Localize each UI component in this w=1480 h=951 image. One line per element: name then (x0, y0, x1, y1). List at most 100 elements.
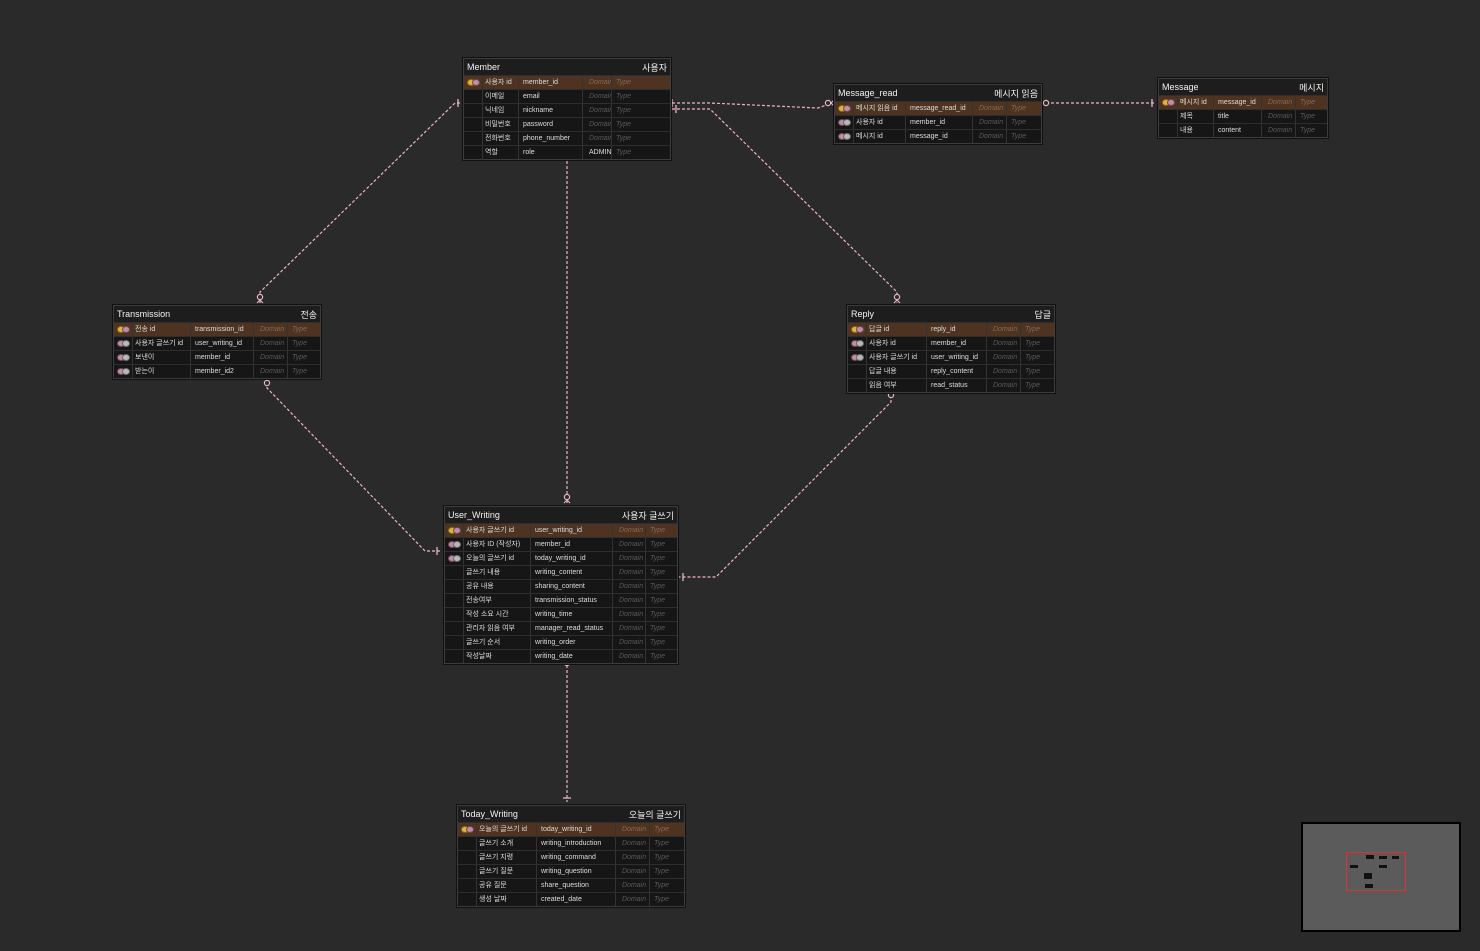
entity-message[interactable]: Message 메시지 메시지 id message_id Domain Type 제목 ti… (1158, 78, 1328, 138)
attribute-row[interactable]: 공유 질문 share_question Domain Type (458, 878, 684, 892)
logical-name: 메시지 id (853, 130, 906, 143)
attribute-row[interactable]: 사용자 id member_id Domain Type (464, 75, 670, 89)
attribute-row[interactable]: 닉네임 nickname Domain Type (464, 103, 670, 117)
entity-header[interactable]: Message 메시지 (1159, 79, 1327, 95)
entity-message-read[interactable]: Message_read 메시지 읽음 메시지 읽음 id message_read_… (834, 84, 1042, 144)
physical-name: member_id (532, 538, 613, 551)
key-cell (848, 351, 867, 364)
relationship-line[interactable] (1039, 99, 1156, 107)
attribute-row[interactable]: 보낸이 member_id Domain Type (114, 350, 320, 364)
attribute-row[interactable]: 오늘의 글쓰기 id today_writing_id Domain Type (445, 551, 677, 565)
attribute-row[interactable]: 관리자 읽음 여부 manager_read_status Domain Type (445, 621, 677, 635)
relationship-line[interactable] (256, 99, 460, 304)
minimap[interactable] (1301, 822, 1461, 932)
type-cell: Type (650, 611, 666, 618)
attribute-row[interactable]: 글쓰기 내용 writing_content Domain Type (445, 565, 677, 579)
attribute-row[interactable]: 글쓰기 지령 writing_command Domain Type (458, 850, 684, 864)
key-cell (445, 538, 464, 551)
minimap-viewport[interactable] (1346, 852, 1406, 891)
attribute-row[interactable]: 메시지 읽음 id message_read_id Domain Type (835, 101, 1041, 115)
attribute-row[interactable]: 제목 title Domain Type (1159, 109, 1327, 123)
relationship-line[interactable] (563, 156, 571, 504)
attribute-row[interactable]: 전화번호 phone_number Domain Type (464, 131, 670, 145)
entity-header[interactable]: Member 사용자 (464, 59, 670, 75)
domain-cell: Domain (974, 116, 1007, 129)
key-cell (445, 608, 464, 621)
type-cell: Type (1025, 382, 1041, 389)
entity-member[interactable]: Member 사용자사용자 id member_id Domain Type 이메일 ema… (463, 58, 671, 160)
attribute-row[interactable]: 메시지 id message_id Domain Type (1159, 95, 1327, 109)
attribute-row[interactable]: 오늘의 글쓰기 id today_writing_id Domain Type (458, 822, 684, 836)
attribute-row[interactable]: 사용자 글쓰기 id user_writing_id Domain Type (114, 336, 320, 350)
type-cell: Type (616, 121, 632, 128)
entity-name: Member (467, 62, 501, 72)
attribute-row[interactable]: 글쓰기 질문 writing_question Domain Type (458, 864, 684, 878)
attribute-row[interactable]: 전송 id transmission_id Domain Type (114, 322, 320, 336)
entity-header[interactable]: Today_Writing 오늘의 글쓰기 (458, 806, 684, 822)
relationship-line[interactable] (263, 376, 441, 555)
entity-header[interactable]: User_Writing 사용자 글쓰기 (445, 507, 677, 523)
physical-name: writing_command (538, 851, 616, 864)
key-cell (458, 851, 477, 864)
attribute-row[interactable]: 글쓰기 순서 writing_order Domain Type (445, 635, 677, 649)
entity-user-writing[interactable]: User_Writing 사용자 글쓰기 사용자 글쓰기 id user_writin… (444, 506, 678, 664)
domain-cell: Domain (614, 580, 646, 593)
attribute-row[interactable]: 작성 소요 시간 writing_time Domain Type (445, 607, 677, 621)
attribute-row[interactable]: 답글 id reply_id Domain Type (848, 322, 1054, 336)
foreign-key-icon (851, 354, 864, 361)
attribute-row[interactable]: 사용자 ID (작성자) member_id Domain Type (445, 537, 677, 551)
entity-header[interactable]: Transmission 전송 (114, 306, 320, 322)
attribute-row[interactable]: 이메일 email Domain Type (464, 89, 670, 103)
domain-cell: Domain (974, 102, 1007, 115)
key-cell (114, 351, 133, 364)
logical-name: 작성 소요 시간 (463, 608, 531, 621)
relationship-line[interactable] (671, 99, 835, 109)
logical-name: 글쓰기 지령 (476, 851, 537, 864)
attribute-row[interactable]: 읽음 여부 read_status Domain Type (848, 378, 1054, 392)
zero-or-many-marker (887, 391, 895, 399)
attribute-row[interactable]: 답글 내용 reply_content Domain Type (848, 364, 1054, 378)
attribute-row[interactable]: 사용자 글쓰기 id user_writing_id Domain Type (848, 350, 1054, 364)
attribute-row[interactable]: 사용자 id member_id Domain Type (835, 115, 1041, 129)
attribute-row[interactable]: 내용 content Domain Type (1159, 123, 1327, 137)
entity-today-writing[interactable]: Today_Writing 오늘의 글쓰기 오늘의 글쓰기 id today_writ… (457, 805, 685, 907)
domain-cell: Domain (614, 608, 646, 621)
diagram-canvas[interactable]: Member 사용자 사용자 id member_id Domain Type 이메일 ema… (0, 0, 1480, 951)
primary-key-icon (461, 826, 474, 833)
entity-header[interactable]: Message_read 메시지 읽음 (835, 85, 1041, 101)
entity-reply[interactable]: Reply 답글 답글 id reply_id Domain Type 사용자 id memb… (847, 305, 1055, 393)
type-cell: Type (1025, 354, 1041, 361)
relationship-line[interactable] (563, 656, 571, 802)
entity-transmission[interactable]: Transmission 전송 전송 id transmission_id Domain… (113, 305, 321, 379)
primary-key-icon (851, 326, 864, 333)
attribute-row[interactable]: 작성날짜 writing_date Domain Type (445, 649, 677, 663)
domain-cell: Domain (584, 132, 612, 145)
attribute-row[interactable]: 사용자 id member_id Domain Type (848, 336, 1054, 350)
attribute-row[interactable]: 비밀번호 password Domain Type (464, 117, 670, 131)
attribute-row[interactable]: 사용자 글쓰기 id user_writing_id Domain Type (445, 523, 677, 537)
attribute-row[interactable]: 글쓰기 소개 writing_introduction Domain Type (458, 836, 684, 850)
type-cell: Type (650, 541, 666, 548)
logical-name: 받는이 (132, 365, 191, 378)
attribute-row[interactable]: 공유 내용 sharing_content Domain Type (445, 579, 677, 593)
physical-name: reply_content (928, 365, 987, 378)
domain-cell: Domain (617, 879, 650, 892)
entity-header[interactable]: Reply 답글 (848, 306, 1054, 322)
key-cell (835, 130, 854, 143)
attribute-row[interactable]: 전송여부 transmission_status Domain Type (445, 593, 677, 607)
key-cell (445, 566, 464, 579)
attribute-row[interactable]: 역할roleADMIN,USER Type (464, 145, 670, 159)
physical-name: role (520, 146, 583, 159)
entity-korean-name: 사용자 (642, 62, 667, 73)
entity-name: Transmission (117, 309, 171, 319)
relationship-line[interactable] (679, 388, 895, 581)
attribute-row[interactable]: 메시지 id message_id Domain Type (835, 129, 1041, 143)
logical-name: 작성날짜 (463, 650, 531, 663)
key-cell (464, 118, 483, 131)
type-cell: Type (654, 868, 670, 875)
attribute-row[interactable]: 생성 날짜 created_date Domain Type (458, 892, 684, 906)
physical-name: writing_question (538, 865, 616, 878)
key-cell (445, 622, 464, 635)
attribute-row[interactable]: 받는이 member_id2 Domain Type (114, 364, 320, 378)
logical-name: 사용자 글쓰기 id (132, 337, 191, 350)
